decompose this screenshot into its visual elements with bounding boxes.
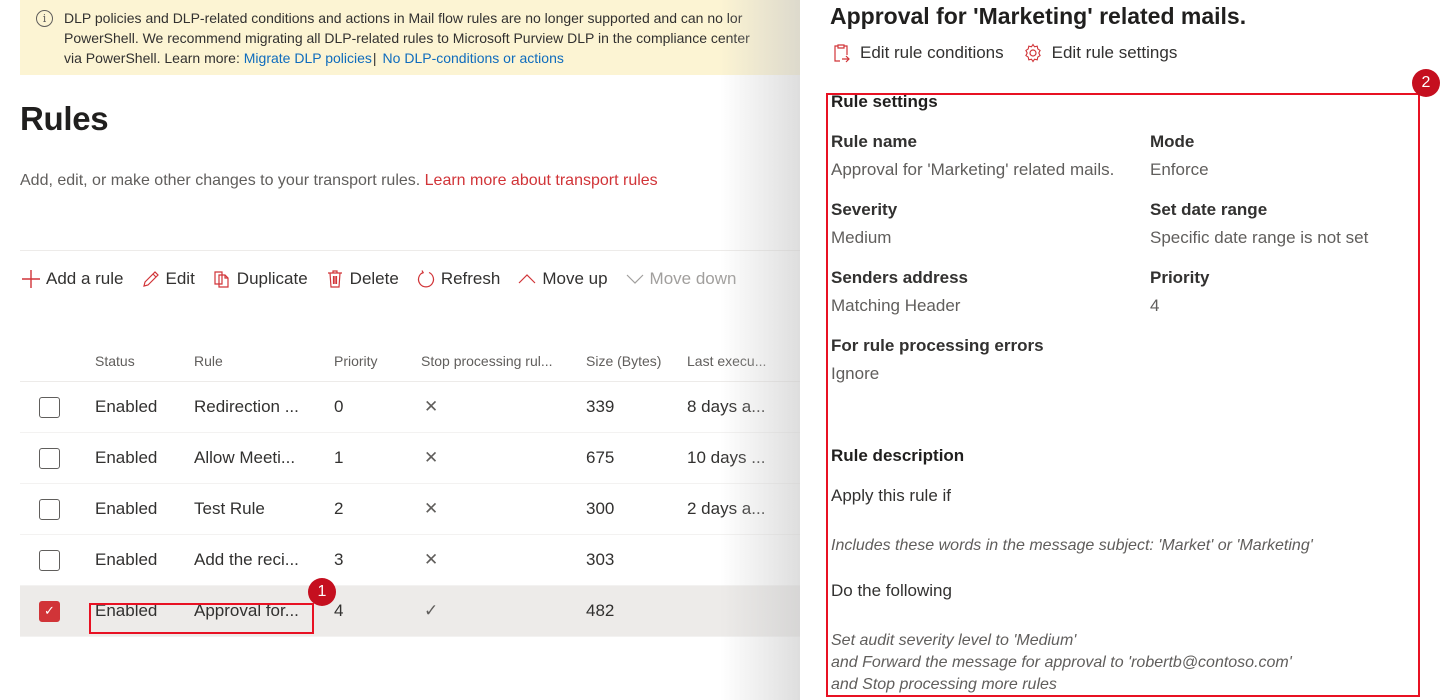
size-cell: 303 bbox=[586, 550, 615, 569]
duplicate-icon bbox=[211, 268, 233, 290]
refresh-label: Refresh bbox=[440, 269, 501, 288]
chevron-down-icon bbox=[624, 268, 646, 290]
panel-command-bar: Edit rule conditions Edit rule settings bbox=[830, 42, 1195, 64]
banner-separator: | bbox=[372, 50, 377, 66]
trash-icon bbox=[324, 268, 346, 290]
column-header-size[interactable]: Size (Bytes) bbox=[586, 353, 687, 369]
page-description-text: Add, edit, or make other changes to your… bbox=[20, 172, 425, 189]
close-icon: ✕ bbox=[424, 550, 439, 569]
table-row[interactable]: Enabled Allow Meeti... 1 ✕ 675 10 days .… bbox=[20, 433, 800, 484]
info-icon: i bbox=[36, 10, 53, 27]
gear-icon bbox=[1022, 42, 1044, 64]
migrate-dlp-policies-link[interactable]: Migrate DLP policies bbox=[244, 50, 372, 66]
banner-line-3: via PowerShell. Learn more: Migrate DLP … bbox=[64, 48, 800, 68]
delete-button[interactable]: Delete bbox=[324, 268, 399, 290]
status-cell: Enabled bbox=[95, 499, 158, 518]
table-row[interactable]: Enabled Test Rule 2 ✕ 300 2 days a... bbox=[20, 484, 800, 535]
table-header: Status Rule Priority Stop processing rul… bbox=[20, 340, 800, 382]
no-dlp-conditions-link[interactable]: No DLP-conditions or actions bbox=[383, 50, 564, 66]
last-executed-cell: 8 days a... bbox=[687, 397, 766, 416]
row-checkbox[interactable] bbox=[39, 549, 60, 571]
plus-icon bbox=[20, 268, 42, 290]
column-header-status[interactable]: Status bbox=[95, 353, 194, 369]
row-checkbox-checked[interactable]: ✓ bbox=[39, 600, 60, 622]
rules-page: i DLP policies and DLP-related condition… bbox=[0, 0, 800, 700]
size-cell: 300 bbox=[586, 499, 615, 518]
chevron-up-icon bbox=[516, 268, 538, 290]
panel-title: Approval for 'Marketing' related mails. bbox=[830, 3, 1247, 29]
banner-line-1: DLP policies and DLP-related conditions … bbox=[64, 10, 743, 26]
add-rule-button[interactable]: Add a rule bbox=[20, 268, 124, 290]
rule-cell: Add the reci... bbox=[194, 550, 299, 569]
command-bar: Add a rule Edit Duplicate Delete Refresh… bbox=[20, 264, 752, 294]
table-row[interactable]: Enabled Add the reci... 3 ✕ 303 bbox=[20, 535, 800, 586]
edit-rule-conditions-button[interactable]: Edit rule conditions bbox=[830, 42, 1004, 64]
clipboard-edit-icon bbox=[830, 42, 852, 64]
close-icon: ✕ bbox=[424, 499, 439, 518]
rules-table: Status Rule Priority Stop processing rul… bbox=[20, 340, 800, 637]
column-header-last-executed[interactable]: Last execu... bbox=[687, 353, 797, 369]
size-cell: 339 bbox=[586, 397, 615, 416]
edit-label: Edit bbox=[165, 269, 195, 288]
delete-label: Delete bbox=[349, 269, 399, 288]
rule-details-panel: Approval for 'Marketing' related mails. … bbox=[800, 0, 1452, 700]
toolbar-divider bbox=[20, 250, 800, 251]
rule-cell: Redirection ... bbox=[194, 397, 299, 416]
duplicate-button[interactable]: Duplicate bbox=[211, 268, 308, 290]
highlight-box-selected-rule bbox=[89, 603, 314, 634]
status-cell: Enabled bbox=[95, 397, 158, 416]
table-row[interactable]: Enabled Redirection ... 0 ✕ 339 8 days a… bbox=[20, 382, 800, 433]
priority-cell: 3 bbox=[334, 550, 344, 569]
refresh-icon bbox=[415, 268, 437, 290]
move-up-label: Move up bbox=[542, 269, 608, 288]
refresh-button[interactable]: Refresh bbox=[415, 268, 501, 290]
priority-cell: 4 bbox=[334, 601, 344, 620]
rule-cell: Allow Meeti... bbox=[194, 448, 296, 467]
edit-rule-settings-button[interactable]: Edit rule settings bbox=[1022, 42, 1178, 64]
move-up-button[interactable]: Move up bbox=[516, 268, 608, 290]
size-cell: 482 bbox=[586, 601, 615, 620]
callout-badge-2: 2 bbox=[1412, 69, 1440, 97]
status-cell: Enabled bbox=[95, 550, 158, 569]
edit-rule-settings-label: Edit rule settings bbox=[1051, 43, 1178, 62]
duplicate-label: Duplicate bbox=[236, 269, 308, 288]
column-header-rule[interactable]: Rule bbox=[194, 353, 334, 369]
move-down-button[interactable]: Move down bbox=[624, 268, 737, 290]
page-description: Add, edit, or make other changes to your… bbox=[20, 172, 658, 190]
pencil-icon bbox=[140, 268, 162, 290]
checkmark-icon: ✓ bbox=[424, 601, 439, 620]
priority-cell: 1 bbox=[334, 448, 344, 467]
banner-line-2: PowerShell. We recommend migrating all D… bbox=[64, 30, 750, 46]
add-rule-label: Add a rule bbox=[46, 269, 124, 288]
callout-badge-1: 1 bbox=[308, 578, 336, 606]
size-cell: 675 bbox=[586, 448, 615, 467]
page-title: Rules bbox=[20, 100, 109, 137]
banner-learn-more-text: via PowerShell. Learn more: bbox=[64, 50, 244, 66]
highlight-box-rule-details bbox=[826, 93, 1420, 697]
column-header-priority[interactable]: Priority bbox=[334, 353, 421, 369]
dlp-warning-banner: i DLP policies and DLP-related condition… bbox=[20, 0, 800, 75]
edit-rule-conditions-label: Edit rule conditions bbox=[860, 43, 1004, 62]
priority-cell: 2 bbox=[334, 499, 344, 518]
row-checkbox[interactable] bbox=[39, 447, 60, 469]
last-executed-cell: 2 days a... bbox=[687, 499, 766, 518]
row-checkbox[interactable] bbox=[39, 396, 60, 418]
column-header-stop-processing[interactable]: Stop processing rul... bbox=[421, 353, 586, 369]
status-cell: Enabled bbox=[95, 448, 158, 467]
close-icon: ✕ bbox=[424, 397, 439, 416]
row-checkbox[interactable] bbox=[39, 498, 60, 520]
edit-button[interactable]: Edit bbox=[140, 268, 195, 290]
priority-cell: 0 bbox=[334, 397, 344, 416]
rule-cell: Test Rule bbox=[194, 499, 265, 518]
move-down-label: Move down bbox=[649, 269, 737, 288]
learn-more-transport-rules-link[interactable]: Learn more about transport rules bbox=[425, 172, 658, 189]
last-executed-cell: 10 days ... bbox=[687, 448, 766, 467]
close-icon: ✕ bbox=[424, 448, 439, 467]
